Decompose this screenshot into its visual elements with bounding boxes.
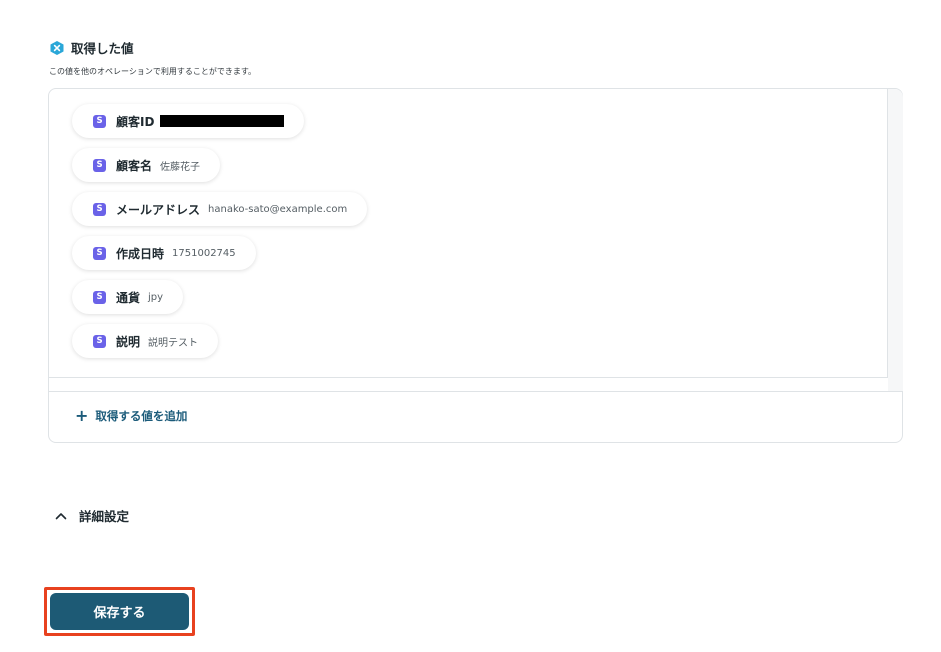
advanced-settings-label: 詳細設定	[79, 509, 130, 524]
divider	[49, 391, 902, 392]
chip-value: 佐藤花子	[160, 161, 201, 173]
section-description: この値を他のオペレーションで利用することができます。	[49, 67, 257, 76]
value-chip-customer-name[interactable]: S 顧客名 佐藤花子	[72, 148, 221, 182]
save-button[interactable]: 保存する	[50, 593, 189, 630]
scrollbar[interactable]	[888, 89, 903, 391]
x-badge-icon	[50, 40, 64, 55]
save-button-highlight: 保存する	[44, 587, 195, 636]
value-chip-email[interactable]: S メールアドレス hanako-sato@example.com	[72, 192, 368, 226]
section-title: 取得した値	[71, 41, 134, 56]
chip-value: 説明テスト	[148, 337, 199, 349]
stripe-icon: S	[93, 246, 106, 260]
plus-icon: +	[75, 406, 89, 425]
chevron-up-icon	[55, 512, 67, 519]
value-chip-customer-id[interactable]: S 顧客ID	[72, 104, 305, 138]
chip-label: 説明	[116, 334, 141, 349]
retrieved-values-panel: S 顧客ID S 顧客名 佐藤花子 S メールアドレス hanako-sato@…	[48, 88, 903, 443]
add-value-button[interactable]: + 取得する値を追加	[75, 408, 187, 424]
chip-label: 作成日時	[116, 246, 165, 261]
add-value-label: 取得する値を追加	[95, 409, 188, 423]
redacted-value	[160, 115, 285, 127]
chip-value: hanako-sato@example.com	[208, 203, 348, 215]
chip-label: 顧客ID	[116, 114, 155, 129]
chip-label: 通貨	[116, 290, 141, 305]
chip-label: メールアドレス	[116, 202, 201, 217]
stripe-icon: S	[93, 290, 106, 304]
stripe-icon: S	[93, 114, 106, 128]
chip-value: 1751002745	[172, 247, 236, 259]
value-chip-created-at[interactable]: S 作成日時 1751002745	[72, 236, 256, 270]
value-chip-description[interactable]: S 説明 説明テスト	[72, 324, 219, 358]
advanced-settings-toggle[interactable]: 詳細設定	[55, 506, 129, 525]
values-list: S 顧客ID S 顧客名 佐藤花子 S メールアドレス hanako-sato@…	[49, 89, 888, 378]
value-chip-currency[interactable]: S 通貨 jpy	[72, 280, 184, 314]
chip-label: 顧客名	[116, 158, 153, 173]
stripe-icon: S	[93, 202, 106, 216]
chip-value: jpy	[148, 291, 164, 303]
stripe-icon: S	[93, 334, 106, 348]
section-header: 取得した値	[49, 38, 134, 57]
stripe-icon: S	[93, 158, 106, 172]
